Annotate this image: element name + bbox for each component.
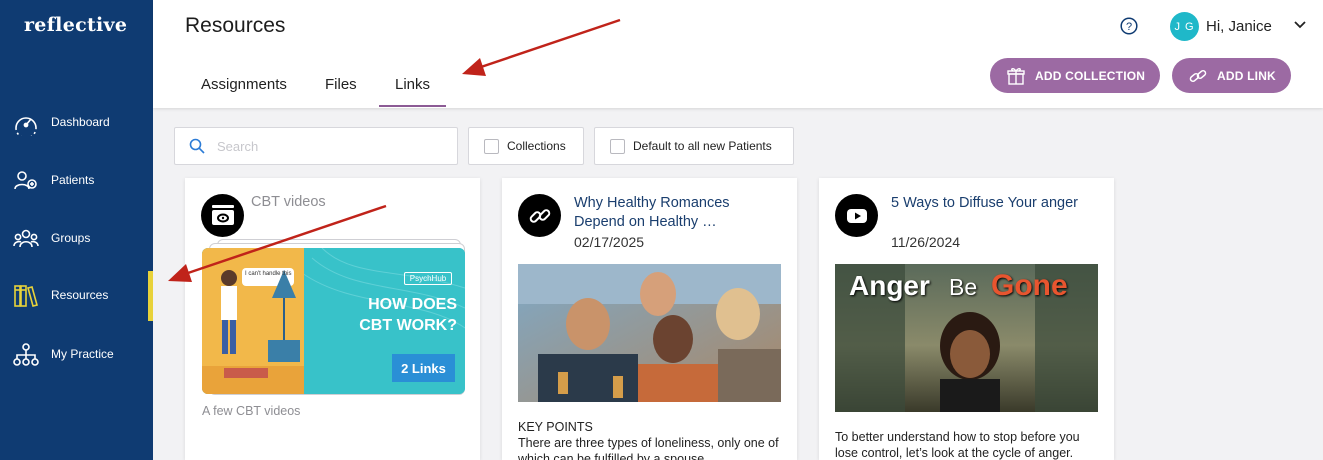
header: Resources Assignments Files Links ? J G … xyxy=(153,0,1323,108)
card-excerpt: To better understand how to stop before … xyxy=(835,430,1080,460)
sidebar-item-label: Dashboard xyxy=(51,115,110,129)
avatar[interactable]: J G xyxy=(1170,12,1199,41)
friends-photo xyxy=(518,264,781,402)
groups-icon xyxy=(13,229,39,248)
sidebar-item-groups[interactable]: Groups xyxy=(0,214,153,264)
patients-icon xyxy=(14,171,37,190)
card-title[interactable]: CBT videos xyxy=(251,194,326,210)
resource-card-video[interactable]: 5 Ways to Diffuse Your anger 11/26/2024 … xyxy=(819,178,1114,460)
add-link-label: ADD LINK xyxy=(1217,68,1276,83)
tab-links[interactable]: Links xyxy=(395,76,430,93)
thumb-word-gone: Gone xyxy=(991,269,1068,302)
link-avatar xyxy=(518,194,561,237)
page-title: Resources xyxy=(185,14,286,37)
link-icon xyxy=(529,208,550,223)
help-icon[interactable]: ? xyxy=(1120,17,1138,35)
sidebar-item-my-practice[interactable]: My Practice xyxy=(0,330,153,380)
app-logo[interactable]: reflective xyxy=(24,14,127,36)
sidebar-item-label: Resources xyxy=(51,288,109,302)
collections-filter[interactable]: Collections xyxy=(468,127,584,165)
thumb-word-be: Be xyxy=(949,274,978,300)
search-icon xyxy=(189,138,205,154)
thumb-headline-1: HOW DOES xyxy=(368,296,457,313)
card-image-anger[interactable]: Anger Be Gone xyxy=(835,264,1098,412)
default-new-patients-label: Default to all new Patients xyxy=(633,139,772,153)
chevron-down-icon[interactable] xyxy=(1294,20,1306,30)
card-title-link[interactable]: Why Healthy Romances Depend on Healthy … xyxy=(574,194,774,232)
collection-thumbnail[interactable]: I can't handle this PsychHub HOW DOES CB… xyxy=(202,248,465,394)
card-description: A few CBT videos xyxy=(202,404,301,418)
resource-card-link[interactable]: Why Healthy Romances Depend on Healthy …… xyxy=(502,178,797,460)
books-icon xyxy=(14,285,38,307)
card-date: 11/26/2024 xyxy=(891,234,961,250)
sidebar-item-resources[interactable]: Resources xyxy=(0,271,153,321)
tab-assignments[interactable]: Assignments xyxy=(201,76,287,93)
video-avatar xyxy=(835,194,878,237)
default-new-patients-checkbox[interactable] xyxy=(610,138,625,154)
search-input[interactable] xyxy=(217,136,447,156)
sidebar-item-patients[interactable]: Patients xyxy=(0,156,153,206)
collection-stack-icon xyxy=(211,204,234,225)
youtube-icon xyxy=(846,208,867,223)
collections-label: Collections xyxy=(507,139,566,153)
gauge-icon xyxy=(15,117,37,136)
svg-text:?: ? xyxy=(1126,21,1132,33)
sidebar-item-label: My Practice xyxy=(51,347,114,361)
card-excerpt: There are three types of loneliness, onl… xyxy=(518,436,779,460)
sidebar: reflective Dashboard Patients Groups Res… xyxy=(0,0,153,460)
add-collection-button[interactable]: ADD COLLECTION xyxy=(990,58,1160,93)
card-title-link[interactable]: 5 Ways to Diffuse Your anger xyxy=(891,194,1091,213)
collection-avatar xyxy=(201,194,244,237)
link-icon xyxy=(1189,69,1207,82)
card-heading: KEY POINTS xyxy=(518,420,593,434)
user-greeting[interactable]: Hi, Janice xyxy=(1206,18,1272,35)
thumb-word-anger: Anger xyxy=(849,270,930,301)
thumb-headline-2: CBT WORK? xyxy=(359,317,457,334)
speech-bubble-text: I can't handle this xyxy=(245,271,292,277)
psychhub-badge: PsychHub xyxy=(404,272,452,285)
search-box[interactable] xyxy=(174,127,458,165)
collections-checkbox[interactable] xyxy=(484,138,499,154)
resource-card-collection[interactable]: CBT videos I can't handle this PsychHub … xyxy=(185,178,480,460)
org-chart-icon xyxy=(13,343,39,366)
active-tab-underline xyxy=(379,105,446,107)
card-date: 02/17/2025 xyxy=(574,234,645,250)
tab-files[interactable]: Files xyxy=(325,76,357,93)
sidebar-item-dashboard[interactable]: Dashboard xyxy=(0,98,153,148)
add-link-button[interactable]: ADD LINK xyxy=(1172,58,1291,93)
card-image-people[interactable] xyxy=(518,264,781,402)
gift-icon xyxy=(1007,67,1025,85)
active-indicator xyxy=(148,271,153,321)
sidebar-item-label: Groups xyxy=(51,231,91,245)
links-count-badge: 2 Links xyxy=(392,354,455,382)
add-collection-label: ADD COLLECTION xyxy=(1035,68,1146,83)
sidebar-item-label: Patients xyxy=(51,173,95,187)
default-new-patients-filter[interactable]: Default to all new Patients xyxy=(594,127,794,165)
